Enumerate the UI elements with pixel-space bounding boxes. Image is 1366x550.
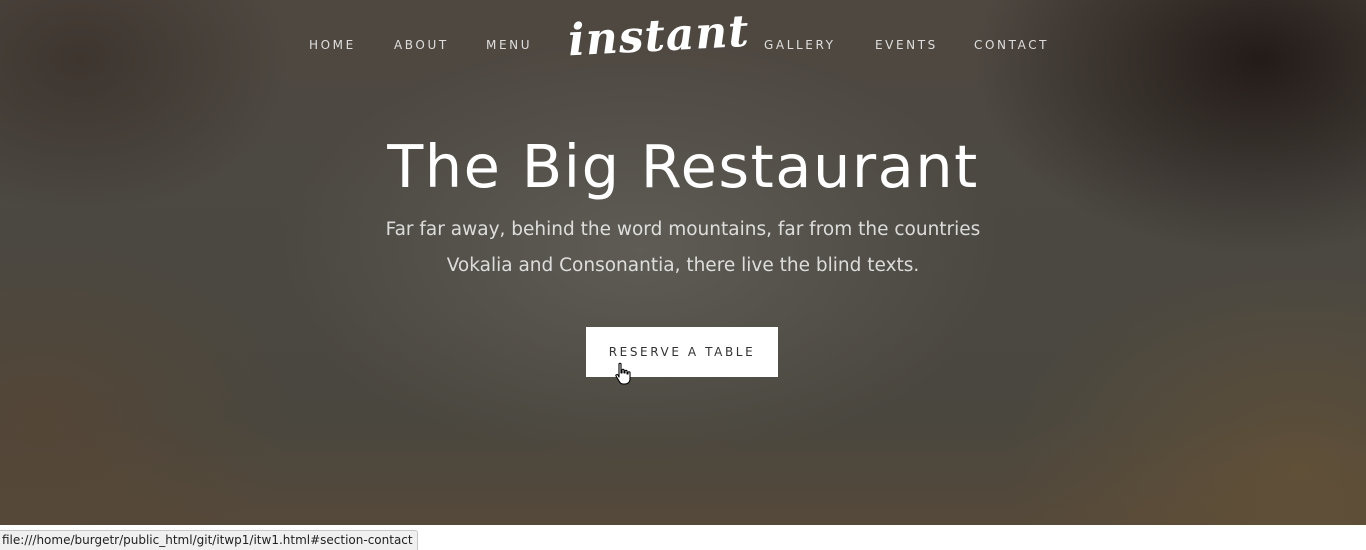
hand-pointer-icon <box>615 362 631 385</box>
nav-item-about[interactable]: ABOUT <box>394 38 449 52</box>
hero-title: The Big Restaurant <box>387 132 979 201</box>
nav-item-menu[interactable]: MENU <box>486 38 532 52</box>
nav-item-contact[interactable]: CONTACT <box>974 38 1049 52</box>
hero-subtitle: Far far away, behind the word mountains,… <box>385 219 981 276</box>
nav-item-home[interactable]: HOME <box>309 38 356 52</box>
brand-logo[interactable]: instant <box>566 2 751 73</box>
status-bar-url: file:///home/burgetr/public_html/git/itw… <box>0 530 418 550</box>
nav-item-events[interactable]: EVENTS <box>875 38 938 52</box>
main-nav: HOME ABOUT MENU instant GALLERY EVENTS C… <box>0 0 1366 90</box>
nav-item-gallery[interactable]: GALLERY <box>764 38 836 52</box>
hero-section: HOME ABOUT MENU instant GALLERY EVENTS C… <box>0 0 1366 525</box>
